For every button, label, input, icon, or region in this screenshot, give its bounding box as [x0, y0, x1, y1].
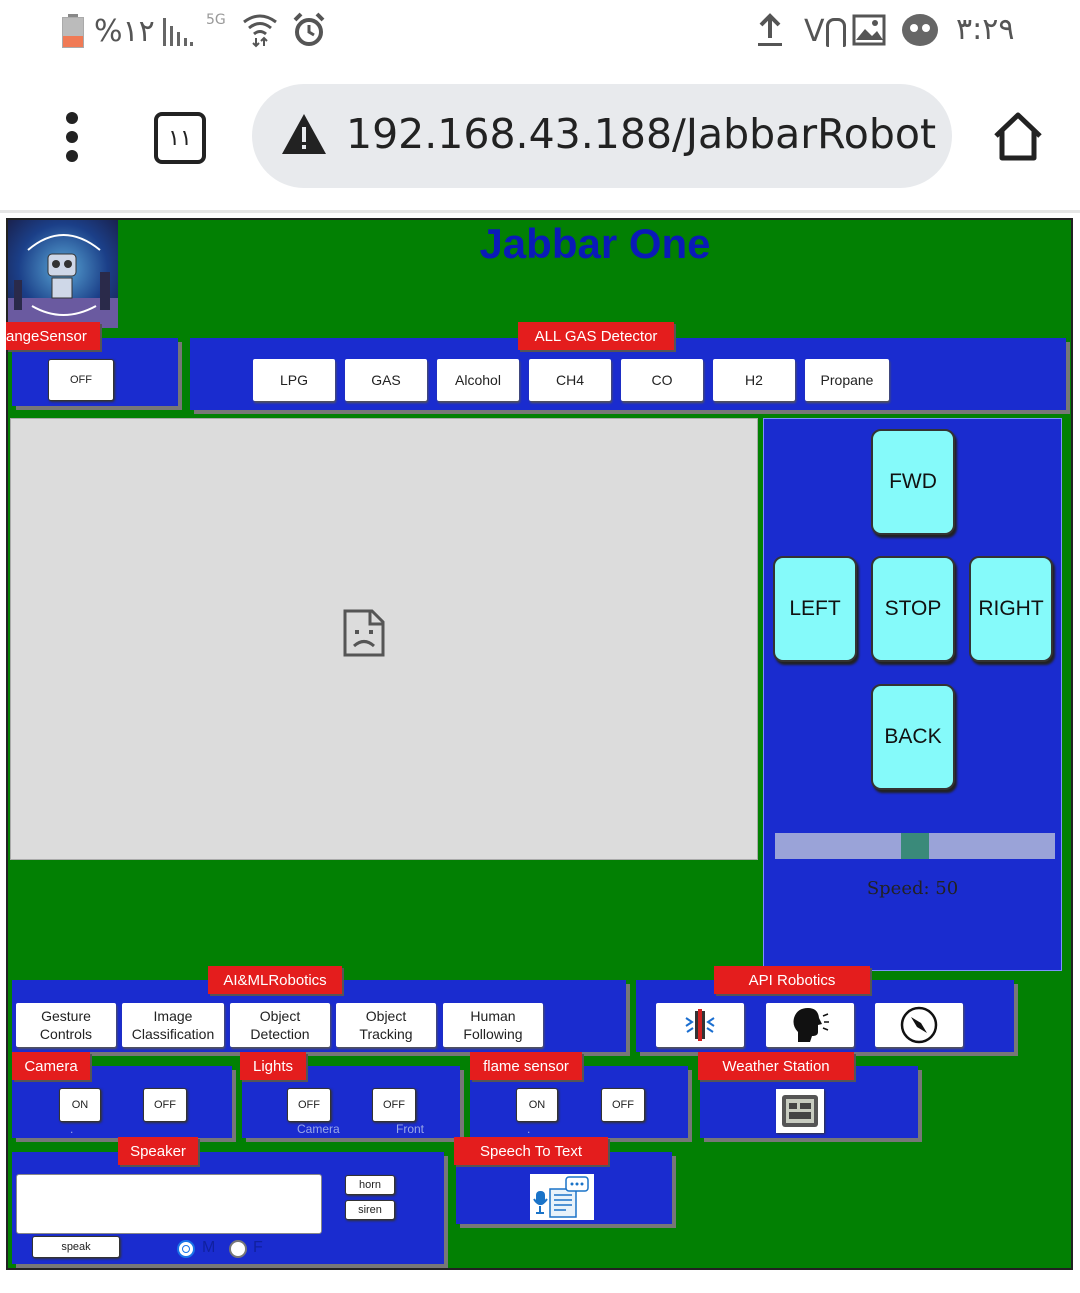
voice-female-radio[interactable] [229, 1240, 247, 1258]
range-sensor-label: angeSensor [6, 322, 100, 350]
home-icon[interactable] [992, 110, 1044, 162]
speech-to-text-button[interactable] [530, 1174, 594, 1220]
url-text[interactable]: 192.168.43.188/JabbarRobot/c [346, 110, 936, 166]
gesture-controls-button[interactable]: Gesture Controls [16, 1003, 116, 1047]
gallery-icon [852, 14, 886, 46]
speaking-head-icon [793, 1008, 829, 1042]
speaking-head-button[interactable] [766, 1003, 854, 1047]
compass-button[interactable] [875, 1003, 963, 1047]
back-button[interactable]: BACK [871, 684, 955, 790]
camera-on-button[interactable]: ON [59, 1088, 101, 1122]
horn-button[interactable]: horn [345, 1175, 395, 1195]
page-title: Jabbar One [479, 220, 711, 267]
object-tracking-button[interactable]: Object Tracking [336, 1003, 436, 1047]
flame-sensor-caption: . [527, 1122, 531, 1136]
weather-station-button[interactable] [776, 1089, 824, 1133]
flame-sensor-off-button[interactable]: OFF [601, 1088, 645, 1122]
tabs-button[interactable]: ۱۱ [154, 112, 206, 164]
gesture-controls-line2: Controls [39, 1026, 93, 1042]
speed-label: Speed: 50 [866, 878, 959, 899]
weather-station-icon [782, 1095, 818, 1127]
not-secure-warning-icon[interactable] [280, 112, 328, 156]
camera-caption: . [70, 1122, 74, 1136]
speech-to-text-label: Speech To Text [454, 1137, 608, 1165]
flame-sensor-label: flame sensor [470, 1052, 582, 1080]
front-light-off-button[interactable]: OFF [372, 1088, 416, 1122]
right-button[interactable]: RIGHT [969, 556, 1053, 662]
vibration-sensor-button[interactable] [656, 1003, 744, 1047]
object-detection-line2: Detection [250, 1026, 310, 1042]
siren-button[interactable]: siren [345, 1200, 395, 1220]
image-classification-line2: Classification [131, 1026, 215, 1042]
robot-logo [8, 220, 118, 328]
gas-propane-button[interactable]: Propane [805, 359, 889, 401]
network-type: 5G [206, 12, 226, 28]
upload-icon [758, 13, 782, 46]
voice-female-label: F [253, 1239, 263, 1256]
speed-slider[interactable] [775, 833, 1055, 859]
gas-lpg-button[interactable]: LPG [253, 359, 335, 401]
image-classification-line1: Image [153, 1008, 193, 1024]
status-bar: %۱۲ 5G V ۳:۲۹ [0, 0, 1080, 66]
front-light-caption: Front [396, 1122, 425, 1136]
image-classification-button[interactable]: Image Classification [122, 1003, 224, 1047]
gesture-controls-line1: Gesture [41, 1008, 91, 1024]
human-following-button[interactable]: Human Following [443, 1003, 543, 1047]
camera-label: Camera [12, 1052, 90, 1080]
signal-icon [163, 18, 193, 46]
gas-detector-label: ALL GAS Detector [518, 322, 674, 350]
robot-logo-icon [8, 234, 118, 328]
wifi-icon [243, 14, 277, 48]
object-detection-button[interactable]: Object Detection [230, 1003, 330, 1047]
alarm-icon [293, 12, 325, 46]
camera-light-caption: Camera [297, 1122, 340, 1136]
speech-to-text-icon [533, 1176, 589, 1218]
forward-button[interactable]: FWD [871, 429, 955, 535]
indicator-text: V [804, 14, 825, 49]
battery-icon [62, 14, 84, 48]
voice-male-label: M [202, 1239, 216, 1256]
object-tracking-line1: Object [365, 1008, 407, 1024]
speed-slider-thumb[interactable] [901, 833, 929, 859]
range-sensor-off-button[interactable]: OFF [48, 359, 114, 401]
speaker-label: Speaker [118, 1137, 198, 1165]
flame-sensor-on-button[interactable]: ON [516, 1088, 558, 1122]
compass-icon [900, 1006, 938, 1044]
vibration-sensor-icon [685, 1009, 715, 1041]
left-button[interactable]: LEFT [773, 556, 857, 662]
human-following-line2: Following [463, 1026, 523, 1042]
app-notification-icon [902, 14, 938, 46]
gas-gas-button[interactable]: GAS [345, 359, 427, 401]
stop-button[interactable]: STOP [871, 556, 955, 662]
gas-h2-button[interactable]: H2 [713, 359, 795, 401]
human-following-line1: Human [470, 1008, 516, 1024]
object-tracking-line2: Tracking [359, 1026, 413, 1042]
api-robotics-label: API Robotics [714, 966, 870, 994]
speaker-text-input[interactable] [16, 1174, 322, 1234]
tab-count: ۱۱ [168, 125, 192, 151]
gas-ch4-button[interactable]: CH4 [529, 359, 611, 401]
battery-percent: %۱۲ [94, 14, 155, 49]
lights-label: Lights [240, 1052, 306, 1080]
menu-button[interactable] [58, 110, 88, 164]
voice-male-radio[interactable] [177, 1240, 195, 1258]
object-detection-line1: Object [259, 1008, 301, 1024]
aiml-label: AI&MLRobotics [208, 966, 342, 994]
indicator-glyph [826, 18, 846, 47]
gas-co-button[interactable]: CO [621, 359, 703, 401]
broken-image-icon [343, 609, 385, 657]
gas-alcohol-button[interactable]: Alcohol [437, 359, 519, 401]
camera-light-off-button[interactable]: OFF [287, 1088, 331, 1122]
more-vert-icon [66, 112, 80, 162]
weather-station-label: Weather Station [698, 1052, 854, 1080]
camera-off-button[interactable]: OFF [143, 1088, 187, 1122]
speak-button[interactable]: speak [32, 1236, 120, 1258]
clock: ۳:۲۹ [956, 12, 1015, 47]
